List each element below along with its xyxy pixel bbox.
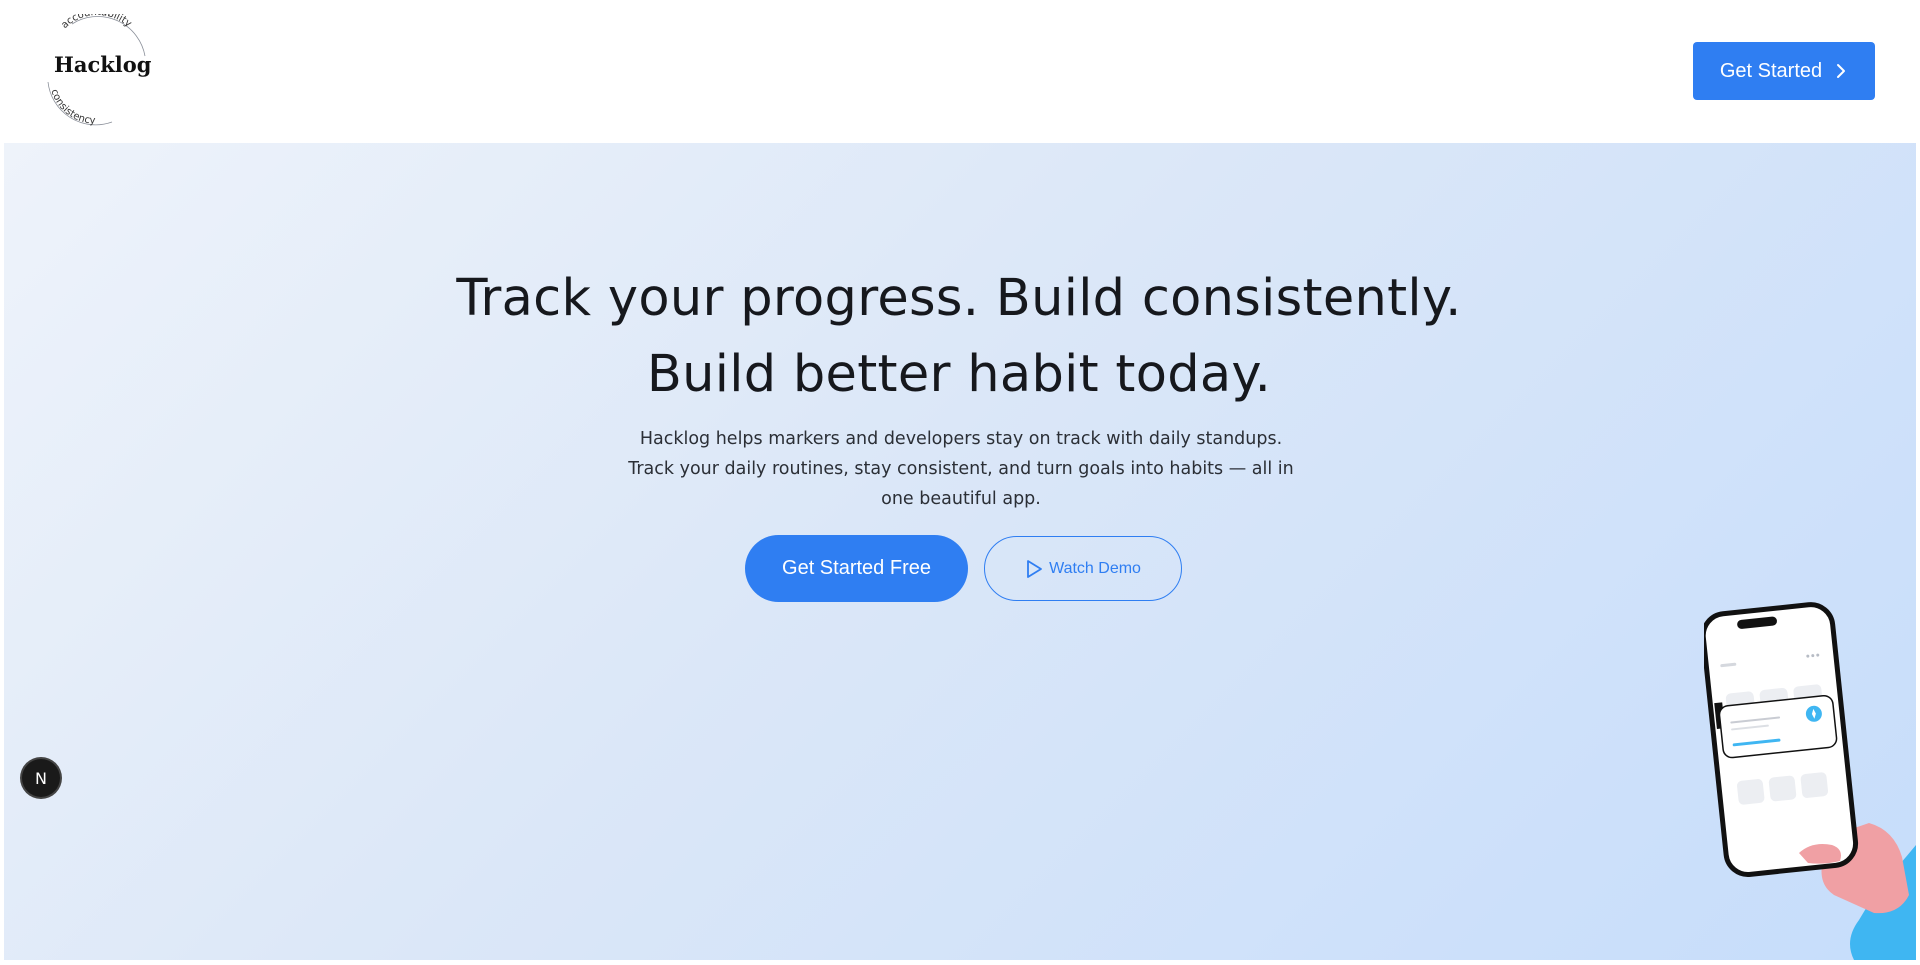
header-get-started-label: Get Started bbox=[1719, 59, 1823, 82]
logo-ring-bottom-text: consistency bbox=[48, 88, 95, 126]
hero-section: Track your progress. Build consistently.… bbox=[4, 143, 1916, 960]
watch-demo-button[interactable]: Watch Demo bbox=[984, 536, 1182, 601]
get-started-free-button[interactable]: Get Started Free bbox=[745, 535, 968, 602]
logo-ring-top-text: accountability bbox=[59, 14, 133, 31]
svg-text:accountability: accountability bbox=[59, 14, 133, 31]
phone-in-hand-illustration bbox=[1704, 595, 1916, 960]
logo-wordmark: Hacklog bbox=[54, 52, 152, 77]
site-header: accountability consistency Hacklog Get S… bbox=[4, 0, 1916, 143]
chevron-right-icon bbox=[1837, 64, 1846, 78]
browser-viewport: accountability consistency Hacklog Get S… bbox=[0, 0, 1920, 965]
watch-demo-label: Watch Demo bbox=[1049, 559, 1141, 577]
hero-subtitle: Hacklog helps markers and developers sta… bbox=[628, 429, 1294, 509]
hero-title: Track your progress. Build consistently.… bbox=[456, 269, 1462, 404]
header-get-started-button[interactable]: Get Started bbox=[1693, 42, 1875, 100]
nextjs-icon: N bbox=[35, 768, 47, 788]
nextjs-dev-badge[interactable]: N bbox=[22, 759, 60, 797]
phone-hand-icon bbox=[1704, 602, 1916, 960]
play-icon bbox=[1027, 559, 1042, 578]
svg-text:consistency: consistency bbox=[48, 88, 95, 126]
landing-page: accountability consistency Hacklog Get S… bbox=[4, 0, 1916, 960]
hacklog-logo[interactable]: accountability consistency Hacklog bbox=[42, 14, 152, 126]
